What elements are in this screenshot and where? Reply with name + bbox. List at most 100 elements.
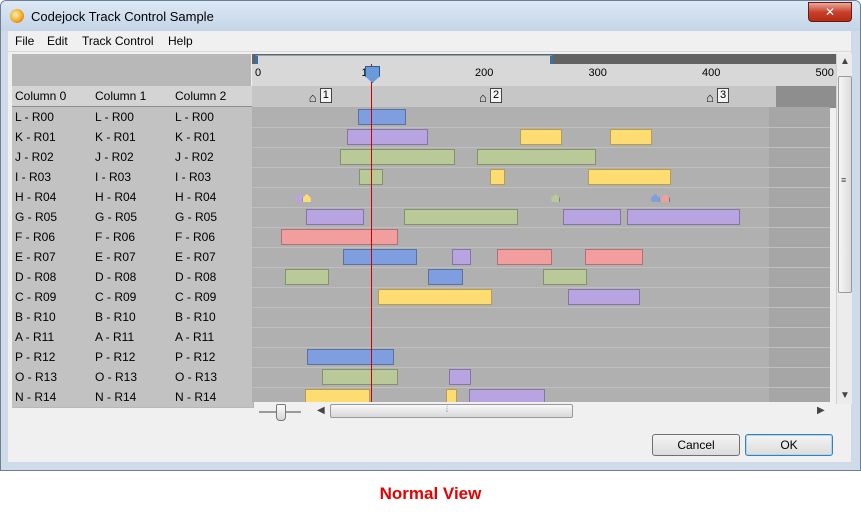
grid-cell[interactable]: D - R08 bbox=[92, 267, 174, 288]
track-block[interactable] bbox=[520, 129, 563, 145]
grid-cell[interactable]: B - R10 bbox=[12, 307, 94, 328]
grid-cell[interactable]: L - R00 bbox=[12, 107, 94, 128]
grid-cell[interactable]: D - R08 bbox=[12, 267, 94, 288]
menu-edit[interactable]: Edit bbox=[47, 34, 68, 48]
grid-cell[interactable]: A - R11 bbox=[92, 327, 174, 348]
track-block[interactable] bbox=[469, 389, 546, 402]
grid-cell[interactable]: I - R03 bbox=[172, 167, 254, 188]
scroll-right-icon[interactable]: ▶ bbox=[817, 405, 825, 416]
vertical-scroll-thumb[interactable]: ≡ bbox=[838, 76, 852, 293]
track-block[interactable] bbox=[588, 169, 672, 185]
column-header-0[interactable]: Column 0 bbox=[12, 86, 94, 107]
grid-cell[interactable]: J - R02 bbox=[12, 147, 94, 168]
grid-cell[interactable]: H - R04 bbox=[172, 187, 254, 208]
grid-cell[interactable]: O - R13 bbox=[172, 367, 254, 388]
track-block[interactable] bbox=[626, 209, 741, 225]
grid-cell[interactable]: B - R10 bbox=[92, 307, 174, 328]
scroll-up-icon[interactable]: ▲ bbox=[840, 56, 850, 67]
zoom-slider-thumb[interactable] bbox=[276, 404, 286, 421]
grid-cell[interactable]: P - R12 bbox=[12, 347, 94, 368]
grid-cell[interactable]: E - R07 bbox=[92, 247, 174, 268]
grid-cell[interactable]: L - R00 bbox=[92, 107, 174, 128]
grid-cell[interactable]: G - R05 bbox=[92, 207, 174, 228]
marker-icon[interactable]: ⌂ bbox=[479, 90, 487, 105]
track-block[interactable] bbox=[497, 249, 552, 265]
track-block[interactable] bbox=[452, 249, 472, 265]
grid-cell[interactable]: E - R07 bbox=[12, 247, 94, 268]
grid-cell[interactable]: O - R13 bbox=[92, 367, 174, 388]
track-block[interactable] bbox=[321, 369, 398, 385]
track-block[interactable] bbox=[306, 349, 395, 365]
grid-cell[interactable]: H - R04 bbox=[12, 187, 94, 208]
track-block[interactable] bbox=[346, 129, 429, 145]
column-header-2[interactable]: Column 2 bbox=[172, 86, 254, 107]
grid-cell[interactable]: I - R03 bbox=[92, 167, 174, 188]
grid-cell[interactable]: N - R14 bbox=[92, 387, 174, 408]
track-block[interactable] bbox=[489, 169, 506, 185]
marker-icon[interactable]: ⌂ bbox=[706, 90, 714, 105]
track-block[interactable] bbox=[563, 209, 622, 225]
track-row-divider bbox=[252, 127, 830, 128]
timeline-ruler[interactable]: 0100200300400500 bbox=[252, 64, 836, 87]
grid-cell[interactable]: D - R08 bbox=[172, 267, 254, 288]
title-bar[interactable]: Codejock Track Control Sample ✕ bbox=[1, 1, 860, 31]
grid-cell[interactable]: O - R13 bbox=[12, 367, 94, 388]
grid-cell[interactable]: F - R06 bbox=[92, 227, 174, 248]
grid-cell[interactable]: K - R01 bbox=[92, 127, 174, 148]
track-block[interactable] bbox=[404, 209, 518, 225]
grid-cell[interactable]: K - R01 bbox=[172, 127, 254, 148]
scroll-down-icon[interactable]: ▼ bbox=[840, 390, 850, 401]
column-header-1[interactable]: Column 1 bbox=[92, 86, 174, 107]
track-block[interactable] bbox=[343, 249, 417, 265]
grid-cell[interactable]: E - R07 bbox=[172, 247, 254, 268]
track-block[interactable] bbox=[304, 389, 371, 402]
grid-cell[interactable]: N - R14 bbox=[12, 387, 94, 408]
track-block[interactable] bbox=[357, 109, 406, 125]
track-block[interactable] bbox=[477, 149, 597, 165]
horizontal-scrollbar[interactable]: ◀ ⦙ ▶ bbox=[314, 403, 830, 419]
grid-cell[interactable]: C - R09 bbox=[172, 287, 254, 308]
grid-cell[interactable]: P - R12 bbox=[172, 347, 254, 368]
grid-cell[interactable]: A - R11 bbox=[172, 327, 254, 348]
grid-cell[interactable]: C - R09 bbox=[12, 287, 94, 308]
grid-cell[interactable]: I - R03 bbox=[12, 167, 94, 188]
track-block[interactable] bbox=[542, 269, 588, 285]
menu-help[interactable]: Help bbox=[168, 34, 193, 48]
marker-bar[interactable]: ⌂ 1 ⌂ 2 ⌂ 3 bbox=[252, 86, 836, 108]
track-block[interactable] bbox=[609, 129, 652, 145]
grid-cell[interactable]: F - R06 bbox=[12, 227, 94, 248]
track-block[interactable] bbox=[285, 269, 330, 285]
grid-cell[interactable]: J - R02 bbox=[172, 147, 254, 168]
grid-cell[interactable]: K - R01 bbox=[12, 127, 94, 148]
ok-button[interactable]: OK bbox=[745, 434, 833, 456]
track-block[interactable] bbox=[584, 249, 643, 265]
grid-cell[interactable]: L - R00 bbox=[172, 107, 254, 128]
grid-cell[interactable]: C - R09 bbox=[92, 287, 174, 308]
track-block[interactable] bbox=[378, 289, 492, 305]
grid-cell[interactable]: H - R04 bbox=[92, 187, 174, 208]
cancel-button[interactable]: Cancel bbox=[652, 434, 740, 456]
track-block[interactable] bbox=[448, 369, 472, 385]
track-block[interactable] bbox=[567, 289, 641, 305]
horizontal-scroll-thumb[interactable]: ⦙ bbox=[330, 404, 573, 418]
grid-cell[interactable]: G - R05 bbox=[12, 207, 94, 228]
track-block[interactable] bbox=[305, 209, 364, 225]
track-block[interactable] bbox=[428, 269, 464, 285]
close-button[interactable]: ✕ bbox=[808, 2, 852, 22]
grid-cell[interactable]: P - R12 bbox=[92, 347, 174, 368]
grid-cell[interactable]: N - R14 bbox=[172, 387, 254, 408]
track-block[interactable] bbox=[339, 149, 456, 165]
menu-track-control[interactable]: Track Control bbox=[82, 34, 154, 48]
track-block[interactable] bbox=[280, 229, 398, 245]
scroll-left-icon[interactable]: ◀ bbox=[317, 405, 325, 416]
grid-cell[interactable]: B - R10 bbox=[172, 307, 254, 328]
grid-cell[interactable]: J - R02 bbox=[92, 147, 174, 168]
grid-cell[interactable]: F - R06 bbox=[172, 227, 254, 248]
grid-cell[interactable]: G - R05 bbox=[172, 207, 254, 228]
track-area[interactable] bbox=[252, 107, 830, 402]
marker-icon[interactable]: ⌂ bbox=[309, 90, 317, 105]
track-block[interactable] bbox=[446, 389, 457, 402]
grid-cell[interactable]: A - R11 bbox=[12, 327, 94, 348]
vertical-scrollbar[interactable]: ▲ ≡ ▼ bbox=[836, 54, 852, 404]
menu-file[interactable]: File bbox=[15, 34, 34, 48]
